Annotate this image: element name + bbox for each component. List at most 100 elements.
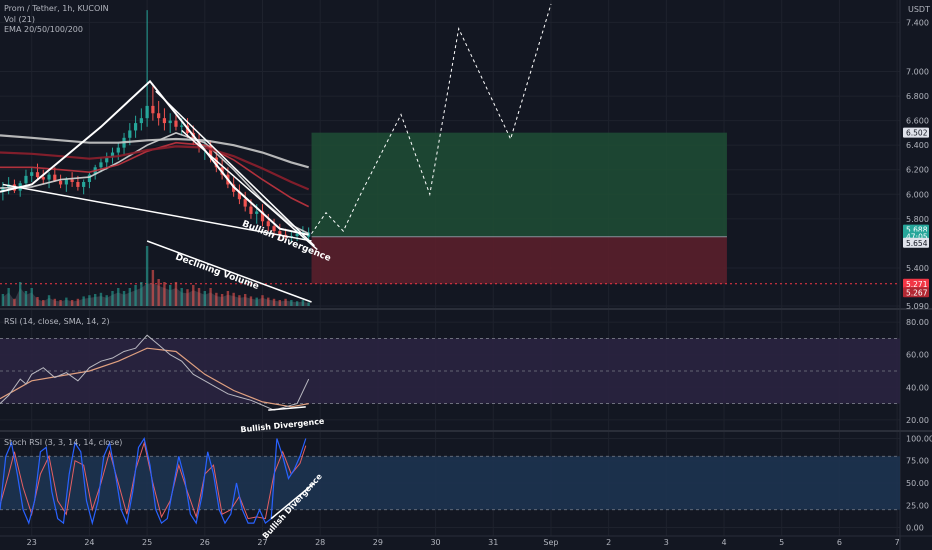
candle-body <box>249 206 253 214</box>
stoch-band <box>0 456 900 510</box>
price-tick-label: 6.400 <box>906 141 929 150</box>
volume-bar <box>117 288 120 306</box>
time-tick-label: 25 <box>142 538 152 547</box>
candle-body <box>30 172 34 176</box>
volume-bar <box>18 282 22 306</box>
price-tick-label: 5.090 <box>906 302 929 311</box>
candle-body <box>139 118 143 124</box>
volume-bar <box>151 270 155 306</box>
volume-bar <box>128 288 132 306</box>
price-badge-text: 6.502 <box>906 129 928 138</box>
price-tick-label: 6.000 <box>906 190 929 199</box>
rsi-legend[interactable]: RSI (14, close, SMA, 14, 2) <box>4 317 110 328</box>
stoch-tick-label: 50.00 <box>906 479 929 488</box>
rsi-tick-label: 60.00 <box>906 351 929 360</box>
time-tick-label: 27 <box>257 538 267 547</box>
candle-body <box>295 233 299 237</box>
main-legend: Prom / Tether, 1h, KUCOIN Vol (21) EMA 2… <box>4 4 109 36</box>
candle-body <box>266 221 270 227</box>
time-tick-label: 31 <box>488 538 498 547</box>
price-tick-label: 6.800 <box>906 92 929 101</box>
volume-bar <box>290 300 293 306</box>
volume-bar <box>76 298 80 306</box>
volume-bar <box>82 296 85 306</box>
rsi-tick-label: 20.00 <box>906 416 929 425</box>
ema-indicator-label[interactable]: EMA 20/50/100/200 <box>4 25 109 36</box>
volume-indicator-label[interactable]: Vol (21) <box>4 15 109 26</box>
volume-bar <box>157 279 160 306</box>
volume-bar <box>30 288 33 306</box>
candle-body <box>82 182 86 187</box>
candle-body <box>76 182 80 187</box>
candle-body <box>53 174 57 181</box>
candle-body <box>24 175 28 184</box>
candle-body <box>133 123 138 131</box>
candle-body <box>116 147 120 153</box>
volume-bar <box>209 288 212 306</box>
price-tick-label: 6.600 <box>906 117 929 126</box>
volume-bar <box>36 297 39 306</box>
volume-bar <box>163 282 166 306</box>
trading-chart[interactable]: Bullish DivergenceDeclining Volume Bulli… <box>0 0 932 550</box>
price-badge-text: 5.267 <box>906 288 928 297</box>
volume-bar <box>301 300 305 306</box>
volume-bar <box>197 288 201 306</box>
time-tick-label: 24 <box>84 538 94 547</box>
volume-bar <box>7 288 10 306</box>
volume-bar <box>180 288 183 306</box>
volume-bar <box>59 300 62 306</box>
time-tick-label: Sep <box>543 538 558 547</box>
volume-bar <box>140 282 143 306</box>
volume-bar <box>192 285 195 306</box>
volume-bar <box>203 291 207 306</box>
time-tick-label: 3 <box>664 538 669 547</box>
volume-bar <box>307 302 310 306</box>
time-tick-label: 2 <box>606 538 611 547</box>
volume-bar <box>295 301 299 306</box>
candle-body <box>99 162 103 168</box>
volume-bar <box>249 296 253 306</box>
time-tick-label: 23 <box>27 538 37 547</box>
volume-bar <box>111 291 114 306</box>
volume-bar <box>99 292 103 306</box>
time-tick-label: 6 <box>837 538 842 547</box>
volume-bar <box>220 294 224 306</box>
price-tick-label: 5.800 <box>906 215 929 224</box>
volume-bar <box>272 298 276 306</box>
volume-bar <box>53 298 57 306</box>
volume-bar <box>145 246 149 306</box>
time-tick-label: 4 <box>721 538 726 547</box>
volume-bar <box>267 297 270 306</box>
candle-body <box>157 113 161 119</box>
volume-bar <box>186 289 189 306</box>
volume-bar <box>47 295 51 306</box>
candle-body <box>47 174 51 180</box>
price-tick-label: 6.200 <box>906 166 929 175</box>
volume-bar <box>255 297 258 306</box>
candle-body <box>151 105 155 114</box>
time-tick-label: 5 <box>779 538 784 547</box>
volume-bar <box>232 292 235 306</box>
candle-body <box>162 118 167 124</box>
candle-body <box>41 177 45 180</box>
stop-zone <box>311 236 727 284</box>
time-tick-label: 29 <box>373 538 383 547</box>
volume-bar <box>174 282 178 306</box>
volume-bar <box>215 292 218 306</box>
candle-body <box>64 179 68 185</box>
price-badge-text: 5.654 <box>906 239 928 248</box>
volume-bar <box>42 300 45 306</box>
volume-bar <box>88 295 91 306</box>
stoch-tick-label: 25.00 <box>906 501 929 510</box>
volume-bar <box>243 294 247 306</box>
candle-body <box>180 125 184 127</box>
time-tick-label: 28 <box>315 538 325 547</box>
rsi-tick-label: 80.00 <box>906 318 929 327</box>
rsi-tick-label: 40.00 <box>906 383 929 392</box>
volume-bar <box>13 298 16 306</box>
volume-bar <box>1 294 5 306</box>
candle-body <box>145 105 149 119</box>
price-tick-label: 7.400 <box>906 18 929 27</box>
stoch-rsi-legend[interactable]: Stoch RSI (3, 3, 14, 14, close) <box>4 438 122 449</box>
symbol-title[interactable]: Prom / Tether, 1h, KUCOIN <box>4 4 109 15</box>
